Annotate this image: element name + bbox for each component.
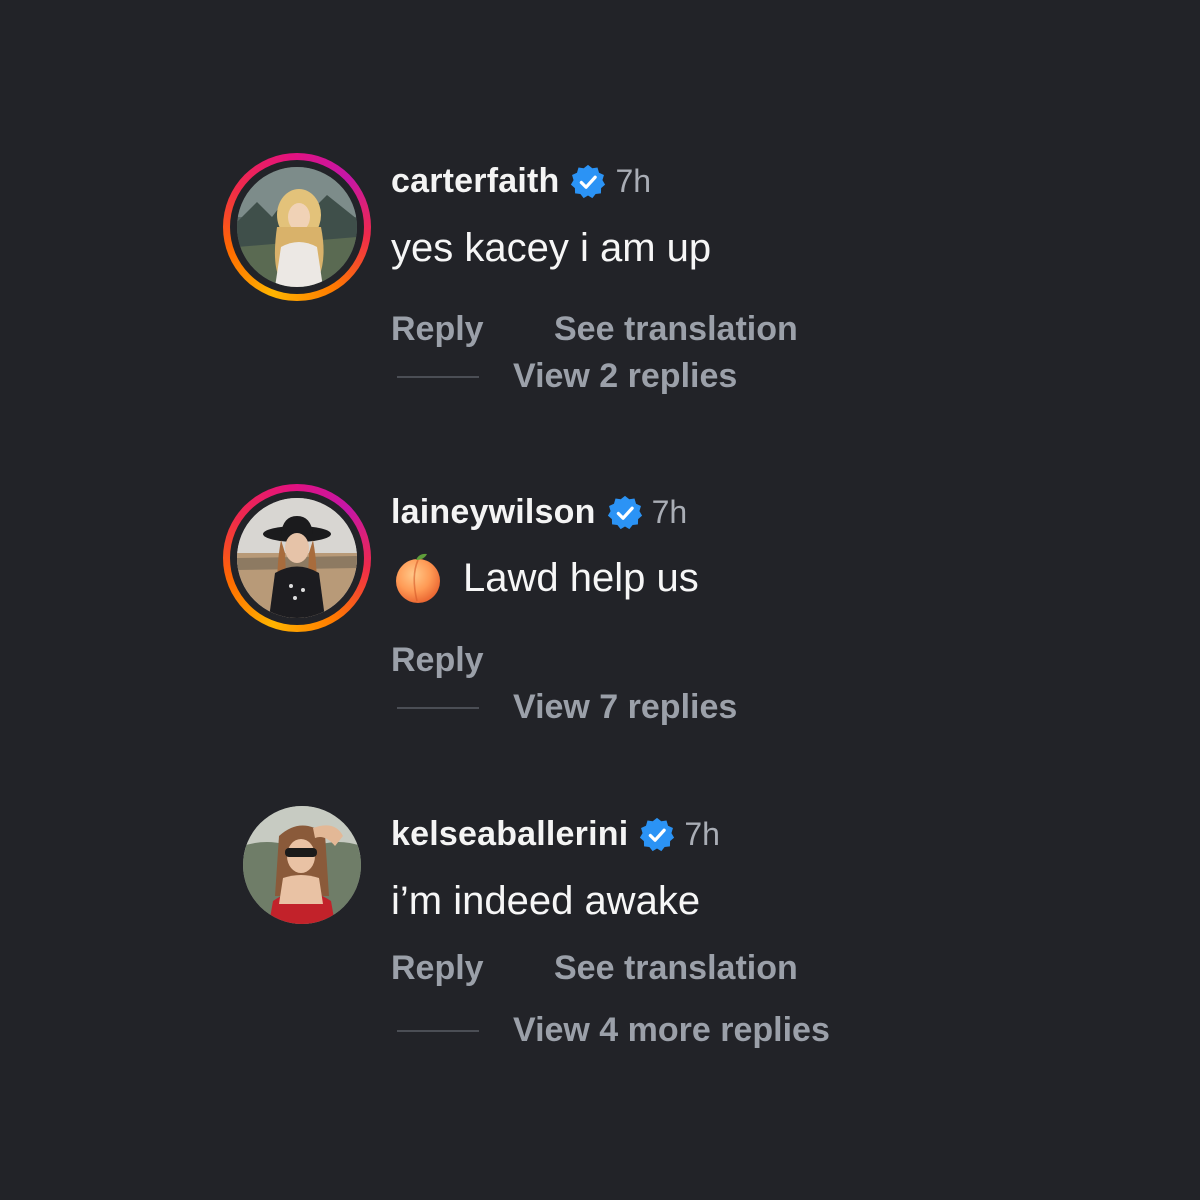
comment-time: 7h xyxy=(615,163,652,199)
verified-badge-icon xyxy=(638,816,676,854)
comment-username[interactable]: carterfaith xyxy=(391,162,559,201)
see-translation-button[interactable]: See translation xyxy=(554,949,798,988)
verified-badge-icon xyxy=(569,163,607,201)
view-replies-button[interactable]: View 4 more replies xyxy=(397,1011,830,1050)
avatar-story-ring[interactable] xyxy=(223,484,371,632)
thread-divider xyxy=(397,706,479,709)
reply-button[interactable]: Reply xyxy=(391,310,484,348)
comment-username[interactable]: kelseaballerini xyxy=(391,815,628,854)
avatar-story-ring[interactable] xyxy=(223,153,371,301)
avatar[interactable] xyxy=(243,806,361,924)
view-replies-button[interactable]: View 7 replies xyxy=(397,688,737,727)
see-translation-button[interactable]: See translation xyxy=(554,310,798,349)
reply-button[interactable]: Reply xyxy=(391,949,484,987)
comment-username[interactable]: laineywilson xyxy=(391,493,596,532)
comment-text: i’m indeed awake xyxy=(391,879,701,923)
view-replies-button[interactable]: View 2 replies xyxy=(397,357,737,396)
verified-badge-icon xyxy=(606,494,644,532)
view-replies-label[interactable]: View 4 more replies xyxy=(513,1011,830,1050)
view-replies-label[interactable]: View 7 replies xyxy=(513,688,737,727)
avatar[interactable] xyxy=(237,167,357,287)
avatar[interactable] xyxy=(237,498,357,618)
comment-time: 7h xyxy=(684,816,720,852)
comment-time: 7h xyxy=(651,494,688,530)
comment-text: yes kacey i am up xyxy=(391,226,712,270)
thread-divider xyxy=(397,1029,479,1032)
reply-button[interactable]: Reply xyxy=(391,641,484,679)
view-replies-label[interactable]: View 2 replies xyxy=(513,357,737,396)
thread-divider xyxy=(397,375,479,378)
comment-text: Lawd help us xyxy=(463,555,699,600)
peach-emoji-icon xyxy=(391,551,445,605)
